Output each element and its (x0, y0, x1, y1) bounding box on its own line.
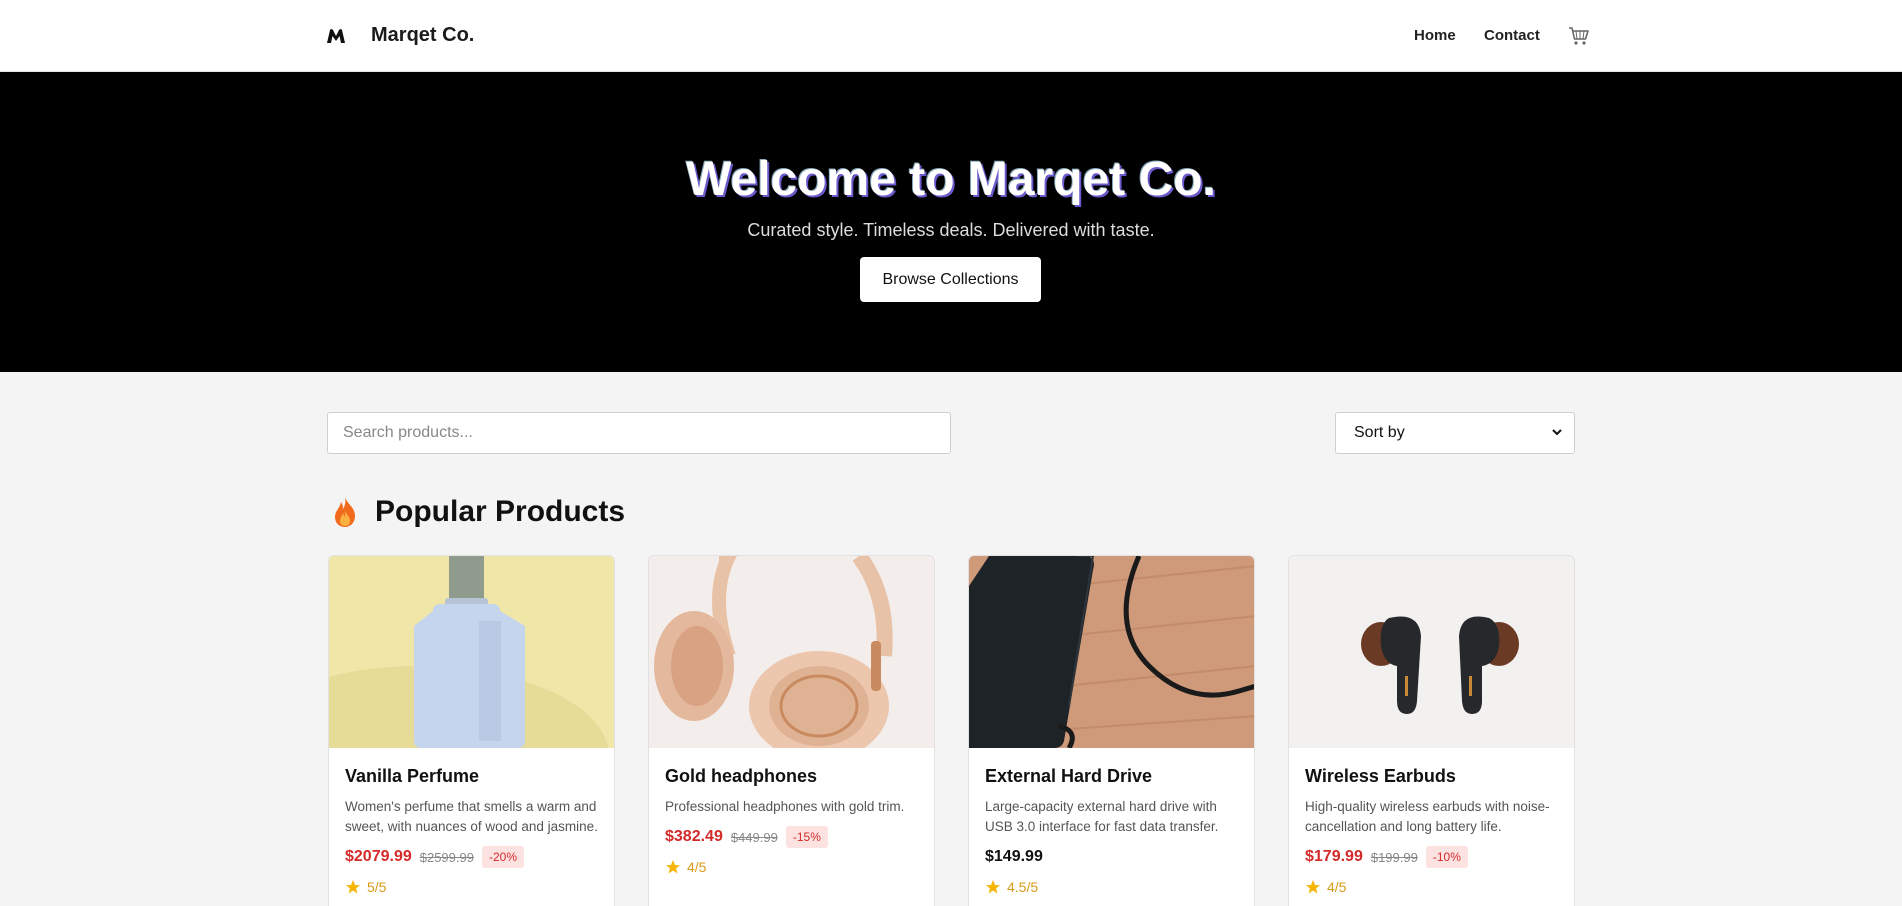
product-description: High-quality wireless earbuds with noise… (1305, 799, 1550, 834)
product-name[interactable]: Gold headphones (665, 766, 920, 787)
product-old-price: $2599.99 (419, 849, 474, 865)
fire-icon (335, 497, 355, 527)
sort-select[interactable]: Sort by (1335, 412, 1575, 454)
product-card-gold-headphones[interactable]: Gold headphones Professional headphones … (648, 555, 935, 906)
product-description: Large-capacity external hard drive with … (985, 799, 1219, 834)
product-image-perfume[interactable] (329, 556, 615, 748)
product-card-external-hard-drive[interactable]: External Hard Drive Large-capacity exter… (968, 555, 1255, 906)
product-card-vanilla-perfume[interactable]: Vanilla Perfume Women's perfume that sme… (328, 555, 615, 906)
product-rating: 4.5/5 (985, 879, 1240, 895)
marqet-logo-icon[interactable] (326, 27, 346, 45)
rating-value: 4.5/5 (1007, 879, 1039, 895)
product-price: $382.49 (665, 828, 723, 845)
product-image-hard-drive[interactable] (969, 556, 1255, 748)
product-name[interactable]: Vanilla Perfume (345, 766, 600, 787)
product-price: $179.99 (1305, 848, 1363, 865)
product-rating: 4/5 (665, 859, 920, 875)
site-header: Marqet Co. Home Contact (0, 0, 1902, 72)
star-icon (986, 880, 1000, 894)
nav-link-home[interactable]: Home (1414, 27, 1456, 44)
search-input[interactable] (327, 412, 951, 454)
rating-value: 4/5 (1327, 879, 1347, 895)
section-title: Popular Products (375, 495, 626, 528)
product-image-earbuds[interactable] (1289, 556, 1575, 748)
product-image-headphones[interactable] (649, 556, 935, 748)
cart-icon[interactable] (1568, 25, 1590, 47)
product-card-wireless-earbuds[interactable]: Wireless Earbuds High-quality wireless e… (1288, 555, 1575, 906)
popular-products-heading: Popular Products (331, 492, 625, 532)
chevron-down-icon (1552, 429, 1562, 436)
product-rating: 4/5 (1305, 879, 1560, 895)
product-name[interactable]: External Hard Drive (985, 766, 1240, 787)
brand-name[interactable]: Marqet Co. (371, 24, 474, 47)
product-description: Women's perfume that smells a warm and s… (345, 799, 598, 834)
product-old-price: $199.99 (1370, 849, 1418, 865)
product-description: Professional headphones with gold trim. (665, 799, 905, 814)
hero-banner: Welcome to Marqet Co. Curated style. Tim… (0, 72, 1902, 372)
hero-title: Welcome to Marqet Co. (686, 153, 1216, 206)
discount-badge: -10% (1425, 846, 1468, 868)
rating-value: 5/5 (367, 879, 387, 895)
star-icon (1306, 880, 1320, 894)
hero-subtitle: Curated style. Timeless deals. Delivered… (747, 220, 1155, 240)
discount-badge: -15% (785, 826, 828, 848)
discount-badge: -20% (481, 846, 524, 868)
product-price: $149.99 (985, 848, 1043, 865)
star-icon (666, 860, 680, 874)
product-rating: 5/5 (345, 879, 600, 895)
product-price: $2079.99 (345, 848, 412, 865)
product-name[interactable]: Wireless Earbuds (1305, 766, 1560, 787)
nav-link-contact[interactable]: Contact (1484, 27, 1540, 44)
product-old-price: $449.99 (730, 829, 778, 845)
browse-collections-button[interactable]: Browse Collections (860, 257, 1041, 302)
star-icon (346, 880, 360, 894)
sort-select-label: Sort by (1354, 424, 1405, 441)
rating-value: 4/5 (687, 859, 707, 875)
